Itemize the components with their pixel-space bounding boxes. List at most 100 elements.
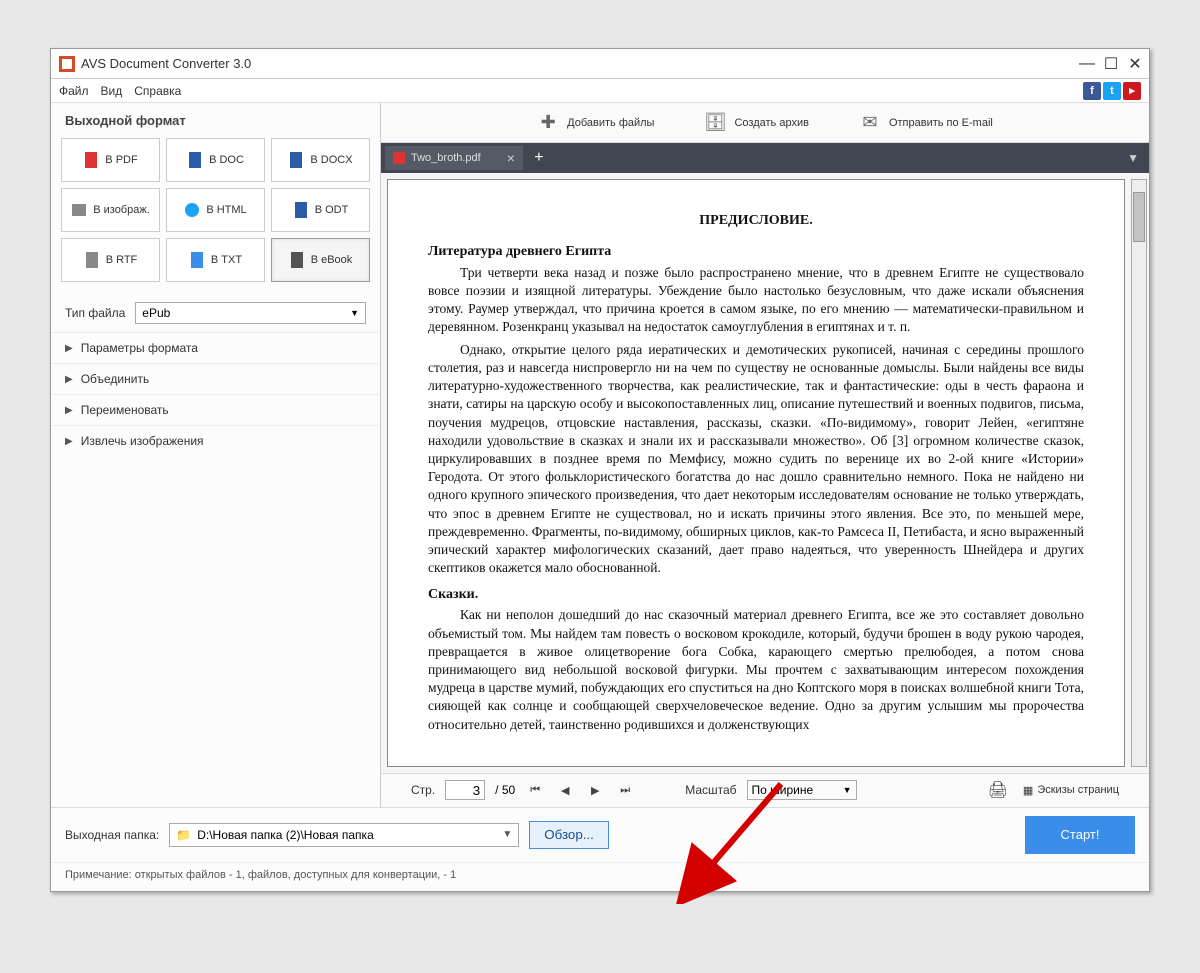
titlebar: AVS Document Converter 3.0 — ☐ ✕	[51, 49, 1149, 79]
window-controls: — ☐ ✕	[1075, 52, 1147, 76]
send-email-button[interactable]: ✉Отправить по E-mail	[859, 112, 993, 134]
page-navigation: Стр. / 50 ⏮ ◀ ▶ ⏭ Масштаб По ширине ▼ 🖨 …	[381, 773, 1149, 807]
tab-bar: Two_broth.pdf × + ▼	[381, 143, 1149, 173]
maximize-button[interactable]: ☐	[1099, 52, 1123, 76]
doc-heading-2: Сказки.	[428, 586, 1084, 605]
add-files-button[interactable]: ✚Добавить файлы	[537, 112, 654, 134]
chevron-down-icon[interactable]: ▼	[502, 829, 512, 840]
menu-view[interactable]: Вид	[101, 84, 123, 98]
zoom-select[interactable]: По ширине ▼	[747, 780, 857, 800]
tab-label: Two_broth.pdf	[411, 152, 481, 164]
thumbnails-label: Эскизы страниц	[1037, 784, 1119, 796]
output-path-value: D:\Новая папка (2)\Новая папка	[197, 828, 374, 842]
sidebar: Выходной формат В PDF В DOC В DOCX В изо…	[51, 103, 381, 807]
app-window: AVS Document Converter 3.0 — ☐ ✕ Файл Ви…	[50, 48, 1150, 892]
scrollbar-thumb[interactable]	[1133, 192, 1145, 242]
youtube-icon[interactable]: ▸	[1123, 82, 1141, 100]
next-page-icon[interactable]: ▶	[585, 780, 605, 800]
doc-icon	[187, 152, 203, 168]
zoom-label: Масштаб	[685, 783, 736, 797]
format-label: В TXT	[211, 254, 242, 266]
content-area: ✚Добавить файлы 🗄 Создать архив ✉Отправит…	[381, 103, 1149, 807]
section-format-params[interactable]: ▶ Параметры формата	[51, 332, 380, 363]
menu-file[interactable]: Файл	[59, 84, 89, 98]
format-grid: В PDF В DOC В DOCX В изображ. В HTML В O…	[51, 138, 380, 294]
menu-help[interactable]: Справка	[134, 84, 181, 98]
chevron-right-icon: ▶	[65, 436, 73, 447]
twitter-icon[interactable]: t	[1103, 82, 1121, 100]
chevron-right-icon: ▶	[65, 343, 73, 354]
format-odt[interactable]: В ODT	[271, 188, 370, 232]
tab-close-icon[interactable]: ×	[507, 150, 515, 166]
vertical-scrollbar[interactable]	[1131, 179, 1147, 767]
output-row: Выходная папка: 📁 D:\Новая папка (2)\Нов…	[51, 807, 1149, 862]
format-label: В RTF	[106, 254, 138, 266]
browse-button[interactable]: Обзор...	[529, 821, 609, 849]
section-extract-images[interactable]: ▶ Извлечь изображения	[51, 425, 380, 456]
print-icon[interactable]: 🖨	[983, 778, 1013, 802]
section-label: Переименовать	[81, 403, 169, 417]
txt-icon	[189, 252, 205, 268]
first-page-icon[interactable]: ⏮	[525, 780, 545, 800]
close-button[interactable]: ✕	[1123, 52, 1147, 76]
section-merge[interactable]: ▶Объединить	[51, 363, 380, 394]
file-type-row: Тип файла ePub ▼	[51, 294, 380, 332]
app-icon	[59, 56, 75, 72]
tab-add-button[interactable]: +	[527, 146, 551, 170]
thumbnails-button[interactable]: ▦ Эскизы страниц	[1023, 784, 1119, 797]
file-type-label: Тип файла	[65, 306, 125, 320]
page-total: / 50	[495, 783, 515, 797]
btn-label: Создать архив	[734, 117, 808, 129]
menubar: Файл Вид Справка f t ▸	[51, 79, 1149, 103]
odt-icon	[293, 202, 309, 218]
social-links: f t ▸	[1083, 82, 1141, 100]
sidebar-title: Выходной формат	[51, 103, 380, 138]
format-rtf[interactable]: В RTF	[61, 238, 160, 282]
document-viewer: ПРЕДИСЛОВИЕ. Литература древнего Египта …	[381, 173, 1149, 773]
output-path-field[interactable]: 📁 D:\Новая папка (2)\Новая папка ▼	[169, 823, 519, 847]
format-pdf[interactable]: В PDF	[61, 138, 160, 182]
facebook-icon[interactable]: f	[1083, 82, 1101, 100]
format-label: В HTML	[206, 204, 246, 216]
tab-active[interactable]: Two_broth.pdf ×	[385, 146, 523, 170]
format-label: В eBook	[311, 254, 353, 266]
tab-menu-icon[interactable]: ▼	[1127, 151, 1145, 165]
format-ebook[interactable]: В eBook	[271, 238, 370, 282]
note-text: Примечание: открытых файлов - 1, файлов,…	[51, 862, 1149, 891]
create-archive-button[interactable]: 🗄 Создать архив	[704, 112, 808, 134]
format-label: В DOC	[209, 154, 244, 166]
archive-icon: 🗄	[704, 112, 726, 134]
section-label: Извлечь изображения	[81, 434, 204, 448]
page-label: Стр.	[411, 783, 435, 797]
mail-icon: ✉	[859, 112, 881, 134]
format-label: В ODT	[315, 204, 349, 216]
last-page-icon[interactable]: ⏭	[615, 780, 635, 800]
page-input[interactable]	[445, 780, 485, 800]
format-html[interactable]: В HTML	[166, 188, 265, 232]
file-type-select[interactable]: ePub ▼	[135, 302, 366, 324]
format-label: В DOCX	[310, 154, 352, 166]
doc-title: ПРЕДИСЛОВИЕ.	[428, 212, 1084, 231]
format-image[interactable]: В изображ.	[61, 188, 160, 232]
minimize-button[interactable]: —	[1075, 52, 1099, 76]
document-page[interactable]: ПРЕДИСЛОВИЕ. Литература древнего Египта …	[387, 179, 1125, 767]
start-button[interactable]: Старт!	[1025, 816, 1135, 854]
folder-icon: 📁	[176, 828, 191, 842]
format-txt[interactable]: В TXT	[166, 238, 265, 282]
section-rename[interactable]: ▶ Переименовать	[51, 394, 380, 425]
docx-icon	[288, 152, 304, 168]
main-area: Выходной формат В PDF В DOC В DOCX В изо…	[51, 103, 1149, 807]
zoom-value: По ширине	[752, 783, 814, 797]
format-doc[interactable]: В DOC	[166, 138, 265, 182]
section-label: Параметры формата	[81, 341, 198, 355]
format-label: В изображ.	[93, 204, 150, 216]
window-title: AVS Document Converter 3.0	[81, 56, 1075, 71]
format-docx[interactable]: В DOCX	[271, 138, 370, 182]
pdf-icon	[83, 152, 99, 168]
prev-page-icon[interactable]: ◀	[555, 780, 575, 800]
pdf-icon	[393, 152, 405, 164]
chevron-right-icon: ▶	[65, 405, 73, 416]
image-icon	[71, 202, 87, 218]
doc-paragraph: Три четверти века назад и позже было рас…	[428, 264, 1084, 337]
doc-paragraph: Однако, открытие целого ряда иератически…	[428, 341, 1084, 578]
